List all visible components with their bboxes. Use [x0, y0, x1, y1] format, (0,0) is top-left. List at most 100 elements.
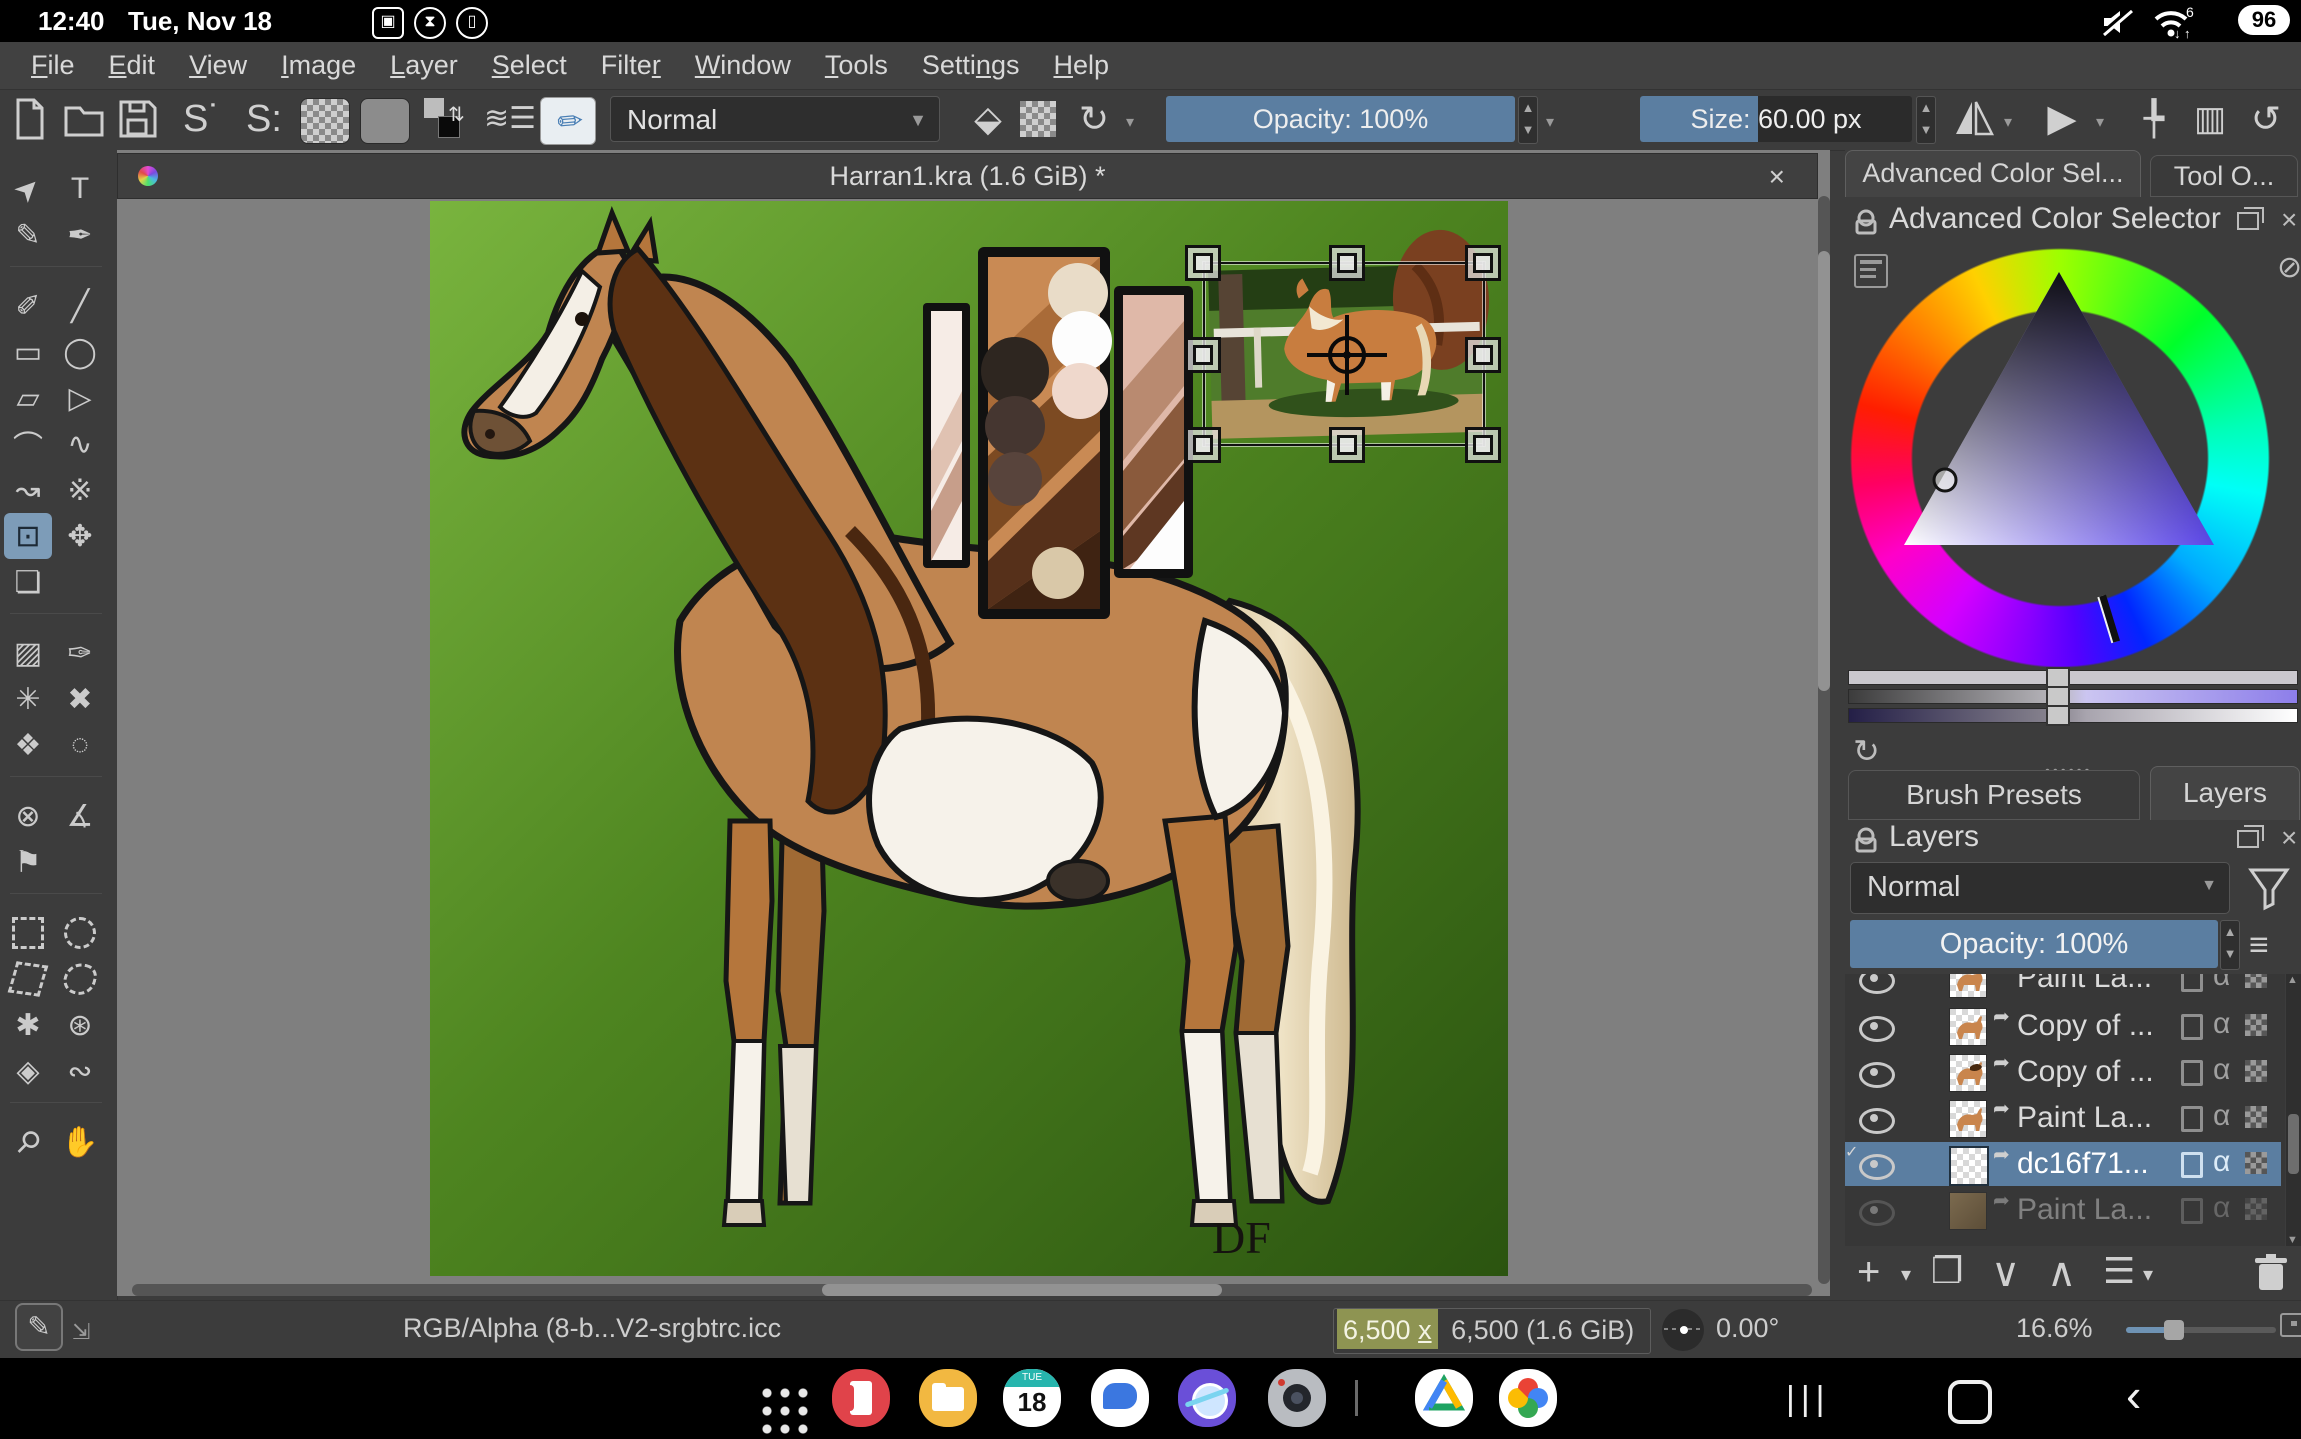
- slider-bar-1[interactable]: [1848, 670, 2298, 685]
- alpha-lock-icon[interactable]: [2245, 1152, 2267, 1174]
- menu-item-settings[interactable]: Settings: [905, 50, 1037, 81]
- alpha-icon[interactable]: α: [2213, 974, 2230, 993]
- eraser-mode-button[interactable]: ⬙: [966, 96, 1010, 142]
- lock-layer-icon[interactable]: [2181, 1106, 2203, 1132]
- rotation-angle-label[interactable]: 0.00°: [1716, 1313, 1779, 1344]
- tab-layers[interactable]: Layers: [2150, 766, 2300, 820]
- fg-bg-color-swap[interactable]: ⇅: [422, 96, 468, 142]
- close-document-icon[interactable]: ×: [1769, 161, 1785, 193]
- colorspace-label[interactable]: RGB/Alpha (8-b...V2-srgbtrc.icc: [403, 1313, 781, 1344]
- app-drawer-button[interactable]: [756, 1382, 808, 1434]
- pattern-chooser[interactable]: [360, 98, 410, 144]
- select-shapes-tool[interactable]: ➤: [4, 166, 52, 212]
- multibrush-tool[interactable]: ※: [56, 467, 104, 513]
- layer-thumbnail[interactable]: [1949, 1100, 1987, 1138]
- no-color-icon[interactable]: ⊘: [2277, 250, 2301, 285]
- duplicate-layer-button[interactable]: ❐: [1931, 1250, 1963, 1292]
- layer-row[interactable]: ➦ Paint La... α: [1845, 1188, 2281, 1232]
- home-nav-button[interactable]: [1948, 1380, 1992, 1424]
- undo-button[interactable]: ↺: [2244, 96, 2288, 142]
- rect-select-tool[interactable]: [4, 910, 52, 956]
- calligraphy-tool[interactable]: ✒: [56, 212, 104, 258]
- wrap-around-mode-button[interactable]: ╄: [2132, 96, 2176, 142]
- zoom-slider[interactable]: [2126, 1327, 2276, 1333]
- visibility-eye-icon[interactable]: [1859, 1016, 1895, 1042]
- slider-bar-2[interactable]: [1848, 689, 2298, 704]
- lock-layer-icon[interactable]: [2181, 1060, 2203, 1086]
- menu-item-image[interactable]: Image: [264, 50, 373, 81]
- lock-layer-icon[interactable]: [2181, 1014, 2203, 1040]
- sv-cursor[interactable]: [1934, 469, 1956, 491]
- opacity-spinner[interactable]: ▲▼: [1518, 96, 1538, 144]
- slider-bar-3[interactable]: [1848, 708, 2298, 723]
- canvas-area[interactable]: Harran1.kra (1.6 GiB) * ×: [117, 150, 1830, 1296]
- menu-item-help[interactable]: Help: [1036, 50, 1126, 81]
- resize-handle-icon[interactable]: ⇲: [72, 1319, 90, 1345]
- preserve-alpha-button[interactable]: [1020, 101, 1056, 137]
- layer-thumbnail[interactable]: [1949, 1008, 1987, 1046]
- measure-tool[interactable]: ∡: [56, 793, 104, 839]
- fill-tool[interactable]: ❖: [4, 722, 52, 768]
- refresh-colors-icon[interactable]: ↻: [1853, 732, 1880, 770]
- polyline-tool[interactable]: ▷: [56, 375, 104, 421]
- menu-item-select[interactable]: Select: [475, 50, 584, 81]
- layer-list-scrollbar[interactable]: ▲ ▼: [2286, 974, 2301, 1246]
- dynamic-brush-tool[interactable]: ↝: [4, 467, 52, 513]
- edit-shapes-tool[interactable]: ✎: [4, 212, 52, 258]
- edit-brush-settings-button[interactable]: ✐: [540, 97, 596, 145]
- gradient-tool[interactable]: ▨: [4, 630, 52, 676]
- alpha-lock-icon[interactable]: [2245, 1198, 2267, 1220]
- layer-checkbox[interactable]: ✓: [1845, 1144, 1858, 1161]
- colorize-mask-tool[interactable]: ✖: [56, 676, 104, 722]
- visibility-eye-icon[interactable]: [1859, 1062, 1895, 1088]
- move-layer-up-button[interactable]: ∧: [2047, 1250, 2076, 1296]
- brush-smoothing-icon[interactable]: S˙: [176, 96, 228, 142]
- reference-images-tool[interactable]: ⚑: [4, 839, 52, 885]
- layer-thumbnail[interactable]: [1949, 1192, 1987, 1230]
- chevron-down-icon[interactable]: ▾: [2096, 112, 2104, 132]
- menu-item-edit[interactable]: Edit: [92, 50, 173, 81]
- layer-opacity-slider[interactable]: Opacity: 100%: [1850, 920, 2218, 968]
- tab-brush-presets[interactable]: Brush Presets: [1848, 770, 2140, 820]
- slider-handle-3[interactable]: [2046, 705, 2070, 726]
- alpha-icon[interactable]: α: [2213, 1191, 2230, 1225]
- alpha-lock-icon[interactable]: [2245, 974, 2267, 988]
- layer-thumbnail[interactable]: [1949, 974, 1987, 998]
- sv-triangle[interactable]: [1850, 248, 2270, 668]
- bezier-curve-tool[interactable]: ⌒: [4, 421, 52, 467]
- back-nav-button[interactable]: ‹: [2126, 1368, 2141, 1422]
- layer-row[interactable]: ➦ Paint La... α: [1845, 1096, 2281, 1140]
- transform-handle-left[interactable]: [1185, 337, 1221, 373]
- layer-row-selected[interactable]: ✓ ➦ dc16f71... α: [1845, 1142, 2281, 1186]
- transform-handle-bottom[interactable]: [1329, 427, 1365, 463]
- open-document-button[interactable]: [62, 96, 106, 142]
- layer-opacity-spinner[interactable]: ▲▼: [2220, 920, 2240, 970]
- visibility-eye-icon[interactable]: [1859, 1154, 1895, 1180]
- add-layer-dropdown[interactable]: ▾: [1901, 1262, 1911, 1287]
- text-tool[interactable]: T: [56, 166, 104, 212]
- menu-item-tools[interactable]: Tools: [808, 50, 905, 81]
- layer-row[interactable]: ➦ Paint La... α: [1845, 974, 2281, 1000]
- alpha-lock-icon[interactable]: [2245, 1014, 2267, 1036]
- transform-handle-top[interactable]: [1329, 245, 1365, 281]
- image-dimensions[interactable]: 6,500 x 6,500 (1.6 GiB): [1333, 1308, 1651, 1354]
- alpha-lock-icon[interactable]: [2245, 1106, 2267, 1128]
- visibility-eye-icon[interactable]: [1859, 1108, 1895, 1134]
- rotation-dial-icon[interactable]: [1662, 1309, 1704, 1351]
- ellipse-select-tool[interactable]: [56, 910, 104, 956]
- color-wheel[interactable]: [1850, 248, 2270, 668]
- save-button[interactable]: [116, 96, 158, 142]
- layer-row[interactable]: ➦ Copy of ... α: [1845, 1050, 2281, 1094]
- browser-app-icon[interactable]: [1178, 1369, 1236, 1427]
- float-docker-icon[interactable]: [2237, 212, 2259, 230]
- reload-preset-button[interactable]: ↻: [1072, 96, 1116, 142]
- menu-item-file[interactable]: File: [14, 50, 92, 81]
- ellipse-tool[interactable]: ◯: [56, 329, 104, 375]
- color-sampler-tool[interactable]: ✑: [56, 630, 104, 676]
- assistants-tool[interactable]: ⊗: [4, 793, 52, 839]
- vertical-scrollbar[interactable]: [1818, 196, 1830, 1284]
- recents-nav-button[interactable]: |||: [1786, 1380, 1831, 1419]
- close-docker-icon[interactable]: ×: [2281, 204, 2297, 236]
- gradient-chooser[interactable]: [300, 98, 350, 144]
- chevron-down-icon[interactable]: ▾: [1126, 112, 1134, 132]
